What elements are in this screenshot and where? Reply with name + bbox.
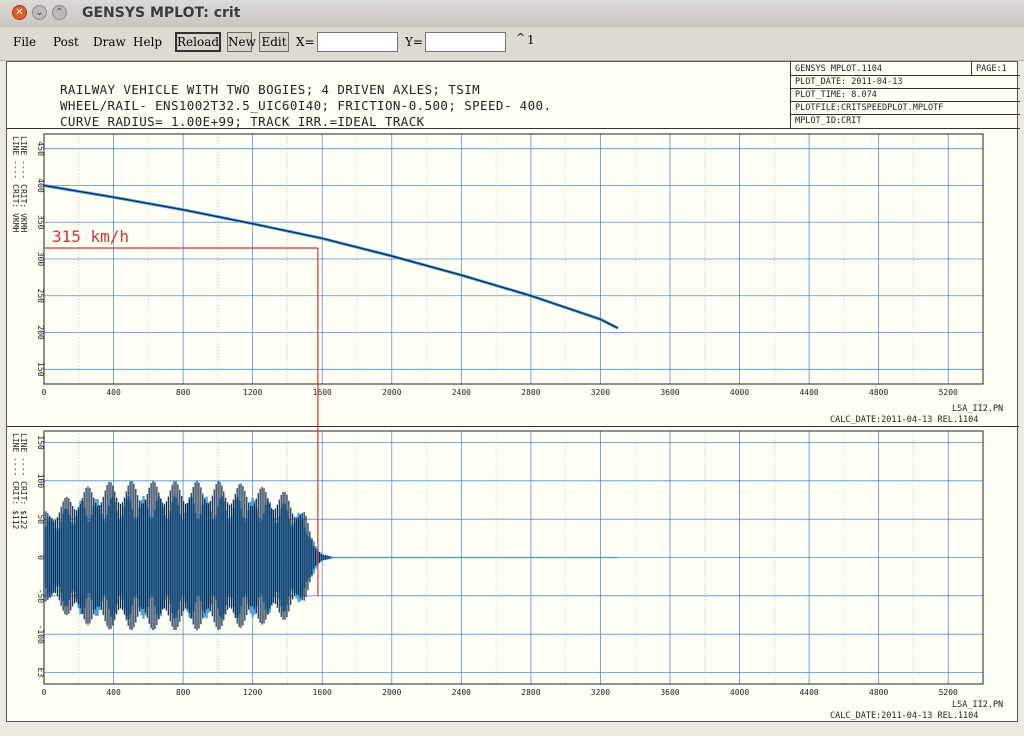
- bottom-x-tick-label: 1200: [243, 688, 262, 697]
- window-titlebar: ✕ ⌄ ⌃ GENSYS MPLOT: crit: [0, 0, 1024, 28]
- top-x-tick-label: 3200: [591, 388, 610, 397]
- y-label: Y=: [405, 35, 423, 49]
- top-x-tick-label: 2000: [382, 388, 401, 397]
- close-icon[interactable]: ✕: [12, 5, 27, 20]
- top-x-tick-label: 3600: [660, 388, 679, 397]
- bottom-x-tick-label: 2800: [521, 688, 540, 697]
- bottom-x-tick-label: 400: [106, 688, 121, 697]
- menu-file[interactable]: File: [13, 35, 36, 49]
- top-x-tick-label: 0: [42, 388, 47, 397]
- menu-draw[interactable]: Draw: [93, 35, 126, 49]
- chart-canvas: 0 400 800 1200 1600 2000 2400 2800 3200 3600 4000 4…: [11, 133, 984, 697]
- minimize-icon[interactable]: ⌄: [32, 5, 47, 20]
- maximize-icon[interactable]: ⌃: [52, 5, 67, 20]
- bottom-x-tick-label: 4400: [799, 688, 818, 697]
- bottom-x-tick-label: 2400: [452, 688, 471, 697]
- page-up-icon[interactable]: ^: [516, 31, 525, 44]
- bottom-x-tick-label: 0: [42, 688, 47, 697]
- menu-help[interactable]: Help: [133, 35, 162, 49]
- bottom-x-tick-label: 3200: [591, 688, 610, 697]
- speed-annotation: 315 km/h: [52, 227, 129, 246]
- top-x-tick-label: 2800: [521, 388, 540, 397]
- toolbar: File Post Draw Help Reload New Edit X= Y…: [0, 27, 1024, 61]
- y-input[interactable]: [425, 32, 506, 52]
- top-x-tick-label: 4800: [869, 388, 888, 397]
- x-label: X=: [296, 35, 315, 49]
- top-x-tick-label: 4400: [799, 388, 818, 397]
- bottom-x-tick-label: 3600: [660, 688, 679, 697]
- top-x-tick-label: 4000: [730, 388, 749, 397]
- top-x-tick-label: 800: [176, 388, 191, 397]
- top-series-vkmh: [43, 184, 619, 329]
- top-series-vkmh-light: [43, 183, 619, 330]
- bottom-x-tick-label: 2000: [382, 688, 401, 697]
- reload-button[interactable]: Reload: [175, 32, 221, 52]
- bottom-legend-entry: LINE ---- CRIT: $112: [11, 433, 20, 530]
- top-legend-entry: LINE ---- CRIT: VKMH: [11, 136, 20, 233]
- top-x-tick-label: 5200: [939, 388, 958, 397]
- top-x-tick-label: 1200: [243, 388, 262, 397]
- edit-button[interactable]: Edit: [259, 32, 289, 52]
- top-legend-entry: LINE ---- CRIT: VKMH: [19, 136, 28, 233]
- bottom-x-tick-label: 5200: [939, 688, 958, 697]
- bottom-series-s112: [43, 480, 340, 631]
- status-strip: [0, 724, 1024, 736]
- bottom-x-tick-label: 4000: [730, 688, 749, 697]
- x-input[interactable]: [317, 32, 398, 52]
- window-title: GENSYS MPLOT: crit: [82, 5, 241, 21]
- top-x-tick-label: 400: [106, 388, 121, 397]
- menu-post[interactable]: Post: [53, 35, 79, 49]
- top-x-tick-label: 1600: [313, 388, 332, 397]
- page-indicator: 1: [527, 33, 535, 47]
- plot-page: RAILWAY VEHICLE WITH TWO BOGIES; 4 DRIVE…: [6, 61, 1020, 722]
- bottom-legend-entry: LINE ---- CRIT: $122: [19, 433, 28, 530]
- top-x-tick-label: 2400: [452, 388, 471, 397]
- bottom-x-tick-label: 800: [176, 688, 191, 697]
- new-button[interactable]: New: [227, 32, 256, 52]
- bottom-x-tick-label: 4800: [869, 688, 888, 697]
- bottom-x-tick-label: 1600: [313, 688, 332, 697]
